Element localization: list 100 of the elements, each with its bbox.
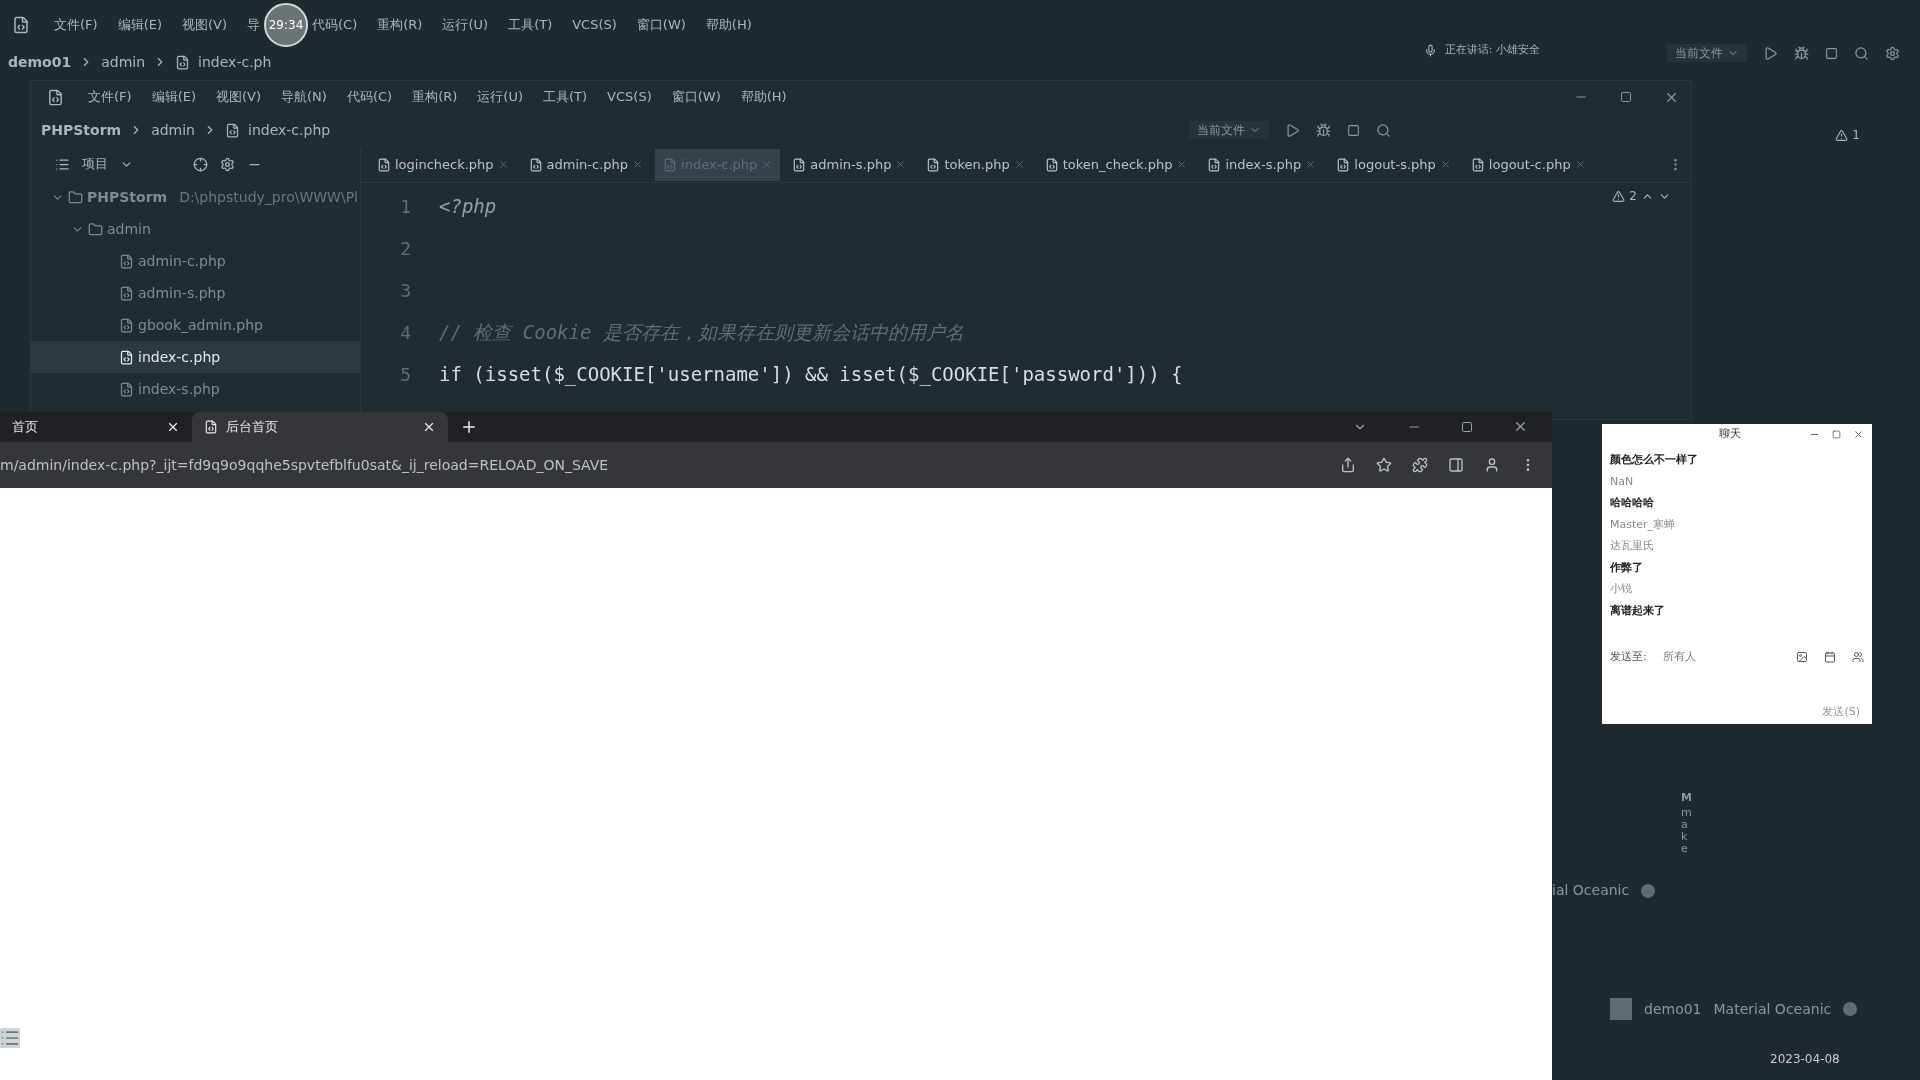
status-theme[interactable]: Material Oceanic xyxy=(1713,998,1832,1020)
tree-row[interactable]: index-s.php xyxy=(31,373,360,405)
menu-item[interactable]: 帮助(H) xyxy=(740,87,787,107)
stop-icon[interactable] xyxy=(1825,46,1838,60)
editor-tab[interactable]: logout-c.php xyxy=(1462,148,1594,181)
people-icon[interactable] xyxy=(1852,651,1864,664)
browser-tab[interactable]: 首页 xyxy=(0,412,192,442)
breadcrumb-item[interactable]: PHPStorm xyxy=(41,119,122,141)
side-tab[interactable]: make xyxy=(1681,806,1692,855)
locate-icon[interactable] xyxy=(193,156,208,172)
profile-icon[interactable] xyxy=(1484,457,1500,473)
menu-item[interactable]: 编辑(E) xyxy=(117,15,162,35)
menu-item[interactable]: VCS(S) xyxy=(572,15,617,35)
close-icon[interactable] xyxy=(422,420,436,434)
search-icon[interactable] xyxy=(1376,122,1391,138)
folder-icon xyxy=(68,189,83,205)
menu-item[interactable]: 重构(R) xyxy=(377,15,423,35)
bookmark-icon[interactable] xyxy=(1376,457,1392,473)
code-line: if (isset($_COOKIE['username']) && isset($_COOKIE['password'])) { xyxy=(439,361,1183,388)
menu-item[interactable]: 代码(C) xyxy=(312,15,358,35)
share-icon[interactable] xyxy=(1340,457,1356,473)
tree-row[interactable]: admin xyxy=(31,213,360,245)
menu-item[interactable]: 运行(U) xyxy=(477,87,523,107)
menu-item[interactable]: 工具(T) xyxy=(543,87,588,107)
speaking-status: 正在讲话: 小雄安全 xyxy=(1444,42,1540,58)
image-icon[interactable] xyxy=(1796,651,1808,664)
menu-item[interactable]: 代码(C) xyxy=(346,87,393,107)
tree-row[interactable]: index-c.php xyxy=(31,341,360,373)
tree-row[interactable]: admin-s.php xyxy=(31,277,360,309)
editor-tab[interactable]: admin-s.php xyxy=(784,148,915,181)
menu-item[interactable]: 导航(N) xyxy=(281,87,327,107)
search-icon[interactable] xyxy=(1854,45,1869,61)
run-icon[interactable] xyxy=(1763,45,1778,61)
line-number: 4 xyxy=(399,320,411,345)
list-icon[interactable] xyxy=(0,1028,20,1048)
recipient-dropdown[interactable]: 所有人 xyxy=(1662,649,1696,666)
settings-icon[interactable] xyxy=(1885,45,1900,61)
editor-tab[interactable]: logout-s.php xyxy=(1328,148,1459,181)
breadcrumb-item[interactable]: admin xyxy=(151,119,195,141)
menu-item[interactable]: 文件(F) xyxy=(54,15,98,35)
sender-name: NaN xyxy=(1610,473,1635,490)
settings-icon[interactable] xyxy=(220,156,235,172)
editor-tab[interactable]: logincheck.php xyxy=(369,148,517,181)
menu-item[interactable]: 文件(F) xyxy=(88,87,132,107)
close-icon[interactable] xyxy=(1513,419,1528,434)
menu-item[interactable]: 运行(U) xyxy=(442,15,489,35)
menu-item[interactable]: 工具(T) xyxy=(508,15,553,35)
file-icon xyxy=(926,157,941,172)
stop-icon[interactable] xyxy=(1347,123,1360,137)
breadcrumb-item[interactable]: admin xyxy=(101,51,146,73)
editor-tab[interactable]: token_check.php xyxy=(1036,148,1196,181)
panel-icon xyxy=(55,156,70,172)
status-project[interactable]: demo01 xyxy=(1644,998,1702,1020)
menu-item[interactable]: 窗口(W) xyxy=(636,15,686,35)
tree-row[interactable]: gbook_admin.php xyxy=(31,309,360,341)
menu-item[interactable]: 编辑(E) xyxy=(151,87,196,107)
menu-item[interactable]: 帮助(H) xyxy=(705,15,752,35)
send-to-label: 发送至: xyxy=(1610,649,1647,665)
file-icon xyxy=(119,317,134,333)
recording-timer: 29:34 xyxy=(264,3,309,47)
editor-tab[interactable]: token.php xyxy=(918,148,1033,181)
run-config-dropdown[interactable]: 当前文件 xyxy=(1189,121,1269,139)
bug-icon[interactable] xyxy=(1794,45,1809,61)
tree-row[interactable]: admin-c.php xyxy=(31,245,360,277)
menu-item[interactable]: 视图(V) xyxy=(182,15,228,35)
tree-row[interactable]: PHPStorm D:\phpstudy_pro\WWW\Pl xyxy=(31,181,360,213)
maximize-icon[interactable] xyxy=(1461,420,1473,433)
run-config-dropdown[interactable]: 当前文件 xyxy=(1667,44,1747,62)
editor-tab[interactable]: admin-c.php xyxy=(520,148,652,181)
close-icon[interactable] xyxy=(1853,428,1864,440)
side-panel-icon[interactable] xyxy=(1448,457,1464,473)
menu-item[interactable]: 导 xyxy=(247,15,261,35)
extensions-icon[interactable] xyxy=(1412,457,1428,473)
menu-item[interactable]: VCS(S) xyxy=(607,87,652,107)
close-icon[interactable] xyxy=(166,420,180,434)
menu-item[interactable]: 视图(V) xyxy=(216,87,262,107)
editor-tab[interactable]: index-s.php xyxy=(1199,148,1325,181)
new-tab-icon[interactable] xyxy=(460,418,478,436)
file-icon xyxy=(663,157,678,172)
breadcrumb-item[interactable]: demo01 xyxy=(8,51,72,73)
menu-item[interactable]: 窗口(W) xyxy=(671,87,721,107)
file-icon xyxy=(377,157,391,172)
menu-item[interactable]: 重构(R) xyxy=(412,87,458,107)
app-icon[interactable] xyxy=(12,16,30,34)
chat-message: 颜色怎么不一样了 xyxy=(1610,452,1699,468)
breadcrumb-item[interactable]: index-c.php xyxy=(248,119,331,141)
app-icon[interactable] xyxy=(47,88,64,106)
browser-tab[interactable]: 后台首页 xyxy=(192,412,448,442)
warning-count: 1 xyxy=(1852,127,1860,144)
address-bar[interactable]: m/admin/index-c.php?_ijt=fd9q9o9qqhe5spvtefblfu0sat&_ij_reload=RELOAD_ON_SAVE xyxy=(0,454,609,476)
bug-icon[interactable] xyxy=(1316,122,1331,138)
maximize-icon[interactable] xyxy=(1832,429,1841,439)
chat-message: 离谱起来了 xyxy=(1610,602,1666,619)
calendar-icon[interactable] xyxy=(1824,651,1836,664)
panel-title[interactable]: 项目 xyxy=(82,154,108,174)
chat-message: 作弊了 xyxy=(1610,559,1644,576)
code-line: <?php xyxy=(439,193,497,219)
run-icon[interactable] xyxy=(1285,122,1300,138)
maximize-icon[interactable] xyxy=(1620,91,1632,103)
breadcrumb-item[interactable]: index-c.ph xyxy=(198,51,272,73)
